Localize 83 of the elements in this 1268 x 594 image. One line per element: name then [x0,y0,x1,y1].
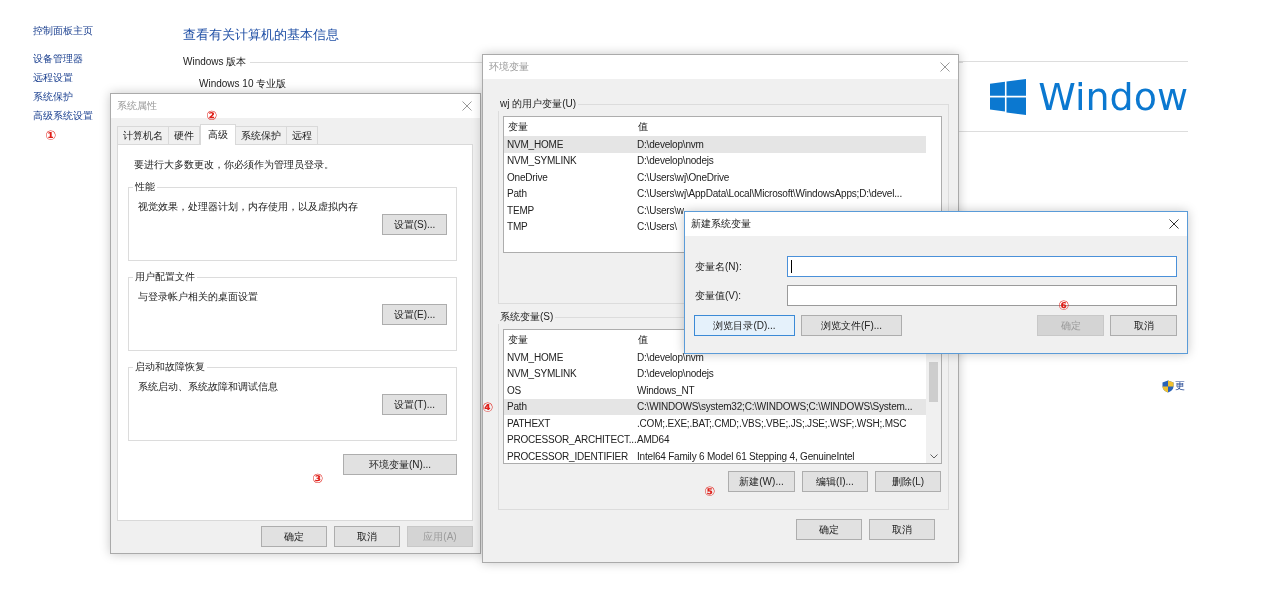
browse-button[interactable]: 浏览目录(D)... [694,315,795,336]
column-header[interactable]: 值 [634,333,648,347]
variable-value[interactable]: C:\Users\wj\OneDrive [634,171,730,183]
tab[interactable]: 远程 [286,126,318,144]
settings-button[interactable]: 设置(S)... [382,214,447,235]
tab[interactable]: 系统保护 [235,126,287,144]
close-icon[interactable] [1169,219,1179,229]
window-title: 环境变量 [489,60,529,74]
dialog-button[interactable]: 取消 [334,526,400,547]
field-label: 变量名(N): [694,259,743,274]
dialog-button[interactable]: 取消 [869,519,935,540]
variable-name[interactable]: NVM_SYMLINK [504,155,634,167]
settings-button[interactable]: 设置(E)... [382,304,447,325]
step-marker: ④ [482,401,493,414]
variable-value[interactable]: D:\develop\nodejs [634,368,714,380]
variable-name: NVM_HOME [506,138,565,150]
field-label: 变量值(V): [694,288,743,303]
step-marker: ② [206,109,217,122]
settings-button[interactable]: 设置(T)... [382,394,447,415]
variable-name[interactable]: PROCESSOR_IDENTIFIER [504,450,634,462]
settings-link[interactable]: 更 [1175,379,1185,393]
group-label: 系统变量(S) [499,310,555,324]
variable-value[interactable]: .COM;.EXE;.BAT;.CMD;.VBS;.VBE;.JS;.JSE;.WSF;.WSH;.MSC [634,417,907,429]
sidebar-link[interactable]: 远程设置 [33,68,73,87]
list-action-button[interactable]: 删除(L) [875,471,941,492]
group-label: wj 的用户变量(U) [499,97,578,111]
edition-text: Windows 10 专业版 [199,77,287,91]
variable-name[interactable]: OneDrive [504,171,634,183]
list-action-button[interactable]: 编辑(I)... [802,471,868,492]
variable-name[interactable]: PATHEXT [504,417,634,429]
group-description: 与登录帐户相关的桌面设置 [138,290,258,304]
variable-value[interactable]: Intel64 Family 6 Model 61 Stepping 4, GenuineIntel [634,450,855,462]
shield-icon [1162,379,1174,393]
variable-name[interactable]: OS [504,384,634,396]
list-action-button[interactable]: 新建(W)... [728,471,795,492]
column-header[interactable]: 变量 [504,333,634,347]
step-marker: ③ [312,472,323,485]
list-row[interactable]: NVM_HOME D:\develop\nvm [504,136,926,153]
step-marker: ⑤ [704,485,715,498]
sidebar-link[interactable]: 控制面板主页 [33,21,93,40]
variable-value[interactable]: D:\develop\nodejs [634,155,714,167]
list-row[interactable]: Path C:\WINDOWS\system32;C:\WINDOWS;C:\WINDOWS\System... [504,398,926,415]
notice-text: 要进行大多数更改，你必须作为管理员登录。 [134,158,334,172]
tab[interactable]: 计算机名 [117,126,169,144]
logo-text: Window [1038,77,1188,116]
scrollbar-thumb[interactable] [929,362,938,402]
variable-value[interactable]: C:\Users\w [634,204,684,216]
variable-value[interactable]: D:\develop\nvm [634,351,704,363]
dialog-button[interactable]: 取消 [1110,315,1177,336]
column-header[interactable]: 值 [634,120,648,134]
step-marker: ⑥ [1058,299,1069,312]
group-label: 用户配置文件 [134,270,196,284]
sidebar-link[interactable]: 高级系统设置 [33,106,93,125]
step-marker: ① [45,129,56,142]
variable-name[interactable]: NVM_SYMLINK [504,368,634,380]
variable-name[interactable]: NVM_HOME [504,351,634,363]
page-title: 查看有关计算机的基本信息 [183,26,339,44]
input-field[interactable] [787,256,1177,277]
variable-value: C:\WINDOWS\system32;C:\WINDOWS;C:\WINDOWS\System... [636,401,913,413]
browse-button[interactable]: 浏览文件(F)... [801,315,902,336]
sidebar-link[interactable]: 设备管理器 [33,49,83,68]
variable-value: D:\develop\nvm [636,138,704,150]
window-title: 新建系统变量 [691,217,751,231]
group-label: 性能 [134,180,156,194]
variable-value[interactable]: Windows_NT [634,384,695,396]
variable-name[interactable]: Path [504,188,634,200]
dialog-button[interactable]: 确定 [261,526,327,547]
group-label: 启动和故障恢复 [134,360,206,374]
variable-name: Path [506,401,528,413]
group-description: 系统启动、系统故障和调试信息 [138,380,278,394]
tab[interactable]: 高级 [200,124,236,145]
environment-variables-button[interactable]: 环境变量(N)... [343,454,457,475]
column-header[interactable]: 变量 [504,120,634,134]
dialog-button[interactable]: 确定 [796,519,862,540]
window-title: 系统属性 [117,99,157,113]
group-description: 视觉效果，处理器计划，内存使用，以及虚拟内存 [138,200,358,214]
variable-value[interactable]: C:\Users\wj\AppData\Local\Microsoft\WindowsApps;D:\devel... [634,188,902,200]
variable-name[interactable]: TEMP [504,204,634,216]
variable-value[interactable]: C:\Users\ [634,221,677,233]
section-label: Windows 版本 [183,55,247,69]
sidebar-link[interactable]: 系统保护 [33,87,73,106]
tab[interactable]: 硬件 [168,126,200,144]
variable-name[interactable]: TMP [504,221,634,233]
